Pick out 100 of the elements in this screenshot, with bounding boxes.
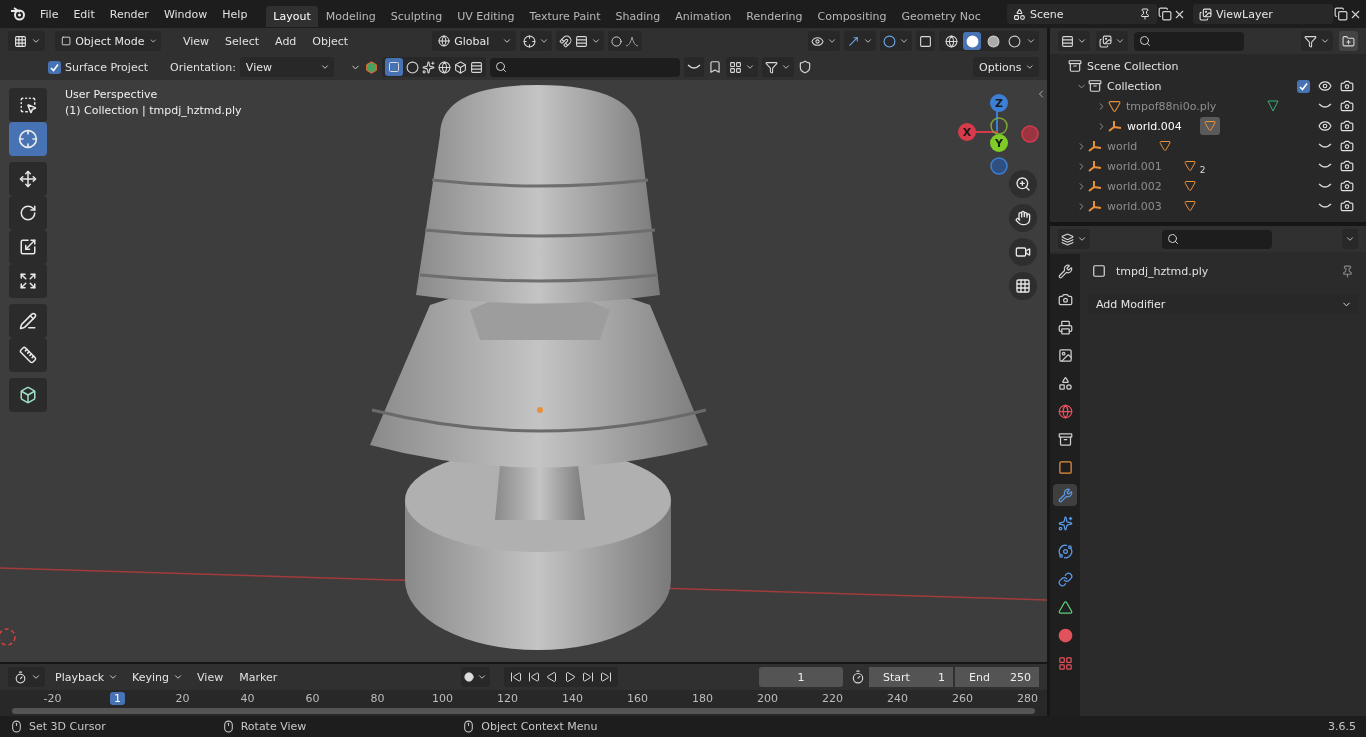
current-frame-field[interactable]: 1 [759,667,843,687]
surface-project-checkbox[interactable] [48,60,61,74]
playhead-frame[interactable]: 1 [110,691,125,705]
camera-icon[interactable] [1340,79,1354,93]
workspace-tab[interactable]: UV Editing [450,6,522,27]
camera-icon[interactable] [1340,139,1354,153]
orientation-dropdown[interactable]: View [239,57,334,77]
workspace-tab[interactable]: Animation [668,6,739,27]
curve-icon[interactable] [686,63,701,71]
workspace-tab[interactable]: Geometry Noc [894,6,988,27]
viewport-menu[interactable]: View [177,34,216,48]
exclude-checkbox[interactable] [1297,79,1310,93]
blender-logo-icon[interactable] [10,7,26,21]
display-mode-dropdown[interactable] [1058,31,1090,51]
stopwatch-icon[interactable] [851,670,865,684]
layout-dropdown[interactable] [725,57,758,77]
outliner-item[interactable]: world.001 [1107,159,1162,173]
timeline-menu[interactable]: Keying [126,667,188,687]
copy-icon[interactable] [1158,7,1172,21]
search-field[interactable] [489,57,680,77]
end-frame-field[interactable]: End 250 [955,667,1039,687]
scene-selector[interactable]: Scene [1007,4,1157,24]
editor-type-dropdown[interactable] [8,667,45,687]
workspace-tab[interactable]: Rendering [739,6,810,27]
search-field[interactable] [1134,31,1244,51]
camera-icon[interactable] [1340,179,1354,193]
closed-eye-icon[interactable] [1318,142,1332,150]
properties-tab[interactable] [1053,484,1077,506]
playback-controls[interactable] [504,667,619,687]
closed-eye-icon[interactable] [1318,182,1332,190]
viewport-menu[interactable]: Add [269,34,303,48]
camera-icon[interactable] [1340,119,1354,133]
mask-toggle[interactable] [683,57,704,77]
view-layer-selector[interactable]: ViewLayer [1193,4,1333,24]
pivot-dropdown[interactable] [520,31,553,51]
measure-tool[interactable] [9,338,47,372]
visibility-dropdown[interactable] [808,31,840,51]
closed-eye-icon[interactable] [1318,102,1332,110]
workspace-tab[interactable]: Sculpting [383,6,450,27]
mode-dropdown[interactable]: Object Mode [55,31,161,51]
workspace-tab[interactable]: Shading [608,6,668,27]
editor-type-dropdown[interactable] [1058,229,1090,249]
add-modifier-dropdown[interactable]: Add Modifier [1088,294,1358,314]
options-dropdown[interactable]: Options [973,57,1039,77]
search-field[interactable] [1162,229,1272,249]
snap-target-buttons[interactable] [381,57,486,77]
overlay-dropdown[interactable] [880,31,912,51]
eye-icon[interactable] [1318,79,1332,93]
outliner-item[interactable]: Scene Collection [1087,59,1179,73]
eye-icon[interactable] [1318,119,1332,133]
timeline-menu[interactable]: Playback [49,667,123,687]
mesh-data-icon[interactable] [1199,117,1220,135]
viewport-menu[interactable]: Select [219,34,266,48]
outliner-item[interactable]: world.004 [1127,119,1182,133]
workspace-tab[interactable]: Modeling [318,6,383,27]
select-tool[interactable] [9,88,47,122]
cursor-tool[interactable] [9,122,47,156]
orientation-dropdown[interactable]: Global [432,31,517,51]
timeline-menu[interactable]: Marker [233,670,284,684]
menu-item[interactable]: File [33,4,66,24]
snap-dropdown[interactable] [556,31,605,51]
shield-icon[interactable] [797,60,812,74]
xray-toggle[interactable] [916,31,935,51]
hexagon-icon[interactable] [364,60,378,74]
editor-type-dropdown[interactable] [8,31,45,51]
start-frame-field[interactable]: Start 1 [869,667,953,687]
closed-eye-icon[interactable] [1318,202,1332,210]
bookmark-icon[interactable] [707,60,722,74]
workspace-tab[interactable]: Texture Paint [522,6,608,27]
workspace-tab[interactable]: Compositing [810,6,894,27]
camera-icon[interactable] [1340,199,1354,213]
outliner-item[interactable]: world.002 [1107,179,1162,193]
move-tool[interactable] [9,162,47,196]
timeline-menu[interactable]: View [191,670,230,684]
shading-buttons[interactable] [939,31,1039,51]
camera-icon[interactable] [1340,159,1354,173]
viewport-menu[interactable]: Object [306,34,355,48]
view-dropdown[interactable] [1096,31,1128,51]
outliner-item[interactable]: world [1107,139,1138,153]
menu-item[interactable]: Edit [66,4,102,24]
gizmo-dropdown[interactable] [844,31,876,51]
workspace-tab[interactable]: Layout [266,6,318,27]
menu-item[interactable]: Help [215,4,255,24]
outliner-item[interactable]: world.003 [1107,199,1162,213]
auto-keying-button[interactable] [461,667,491,687]
transform-tool[interactable] [9,264,47,298]
menu-item[interactable]: Window [156,4,215,24]
new-collection-button[interactable] [1339,31,1358,51]
copy-icon[interactable] [1334,7,1348,21]
add-cube-tool[interactable] [9,378,47,412]
outliner-item[interactable]: Collection [1107,79,1162,93]
menu-item[interactable]: Render [102,4,156,24]
timeline-scrollbar[interactable] [12,708,1035,714]
proportional-edit-dropdown[interactable] [608,31,643,51]
filter-dropdown[interactable] [1301,31,1333,51]
camera-icon[interactable] [1340,99,1354,113]
pin-icon[interactable] [1341,264,1354,278]
outliner-item[interactable]: tmpof88ni0o.ply [1126,99,1217,113]
annotate-tool[interactable] [9,304,47,338]
closed-eye-icon[interactable] [1318,162,1332,170]
